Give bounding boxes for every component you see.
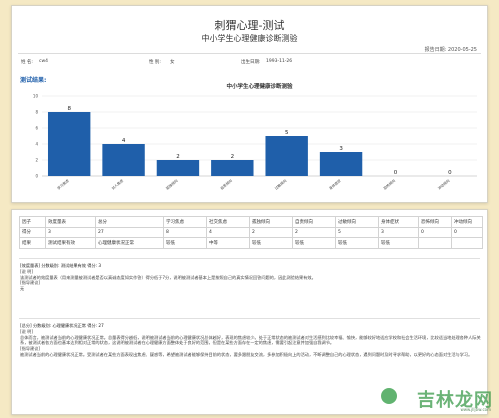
data-label: 2	[231, 154, 235, 160]
validity-block: [效度量表] 分数级别: 测试结果有效 得分: 3 [说 明] 该测试者的效度量…	[20, 263, 481, 292]
table-cell: 2	[292, 226, 336, 238]
x-tick-label: 孤独倾向	[165, 178, 179, 191]
total-desc: 总体而言，被测试者当前的心理健康状况正常。总量表得分越低，说明被测试者当前的心理…	[20, 334, 481, 346]
y-tick-label: 0	[35, 174, 38, 179]
x-tick-label: 身体症状	[328, 178, 342, 191]
table-cell: 较低	[335, 237, 379, 249]
table-cell: 较低	[163, 237, 207, 249]
bar	[319, 152, 363, 176]
bar	[156, 160, 200, 176]
x-tick-label: 学习焦虑	[56, 178, 70, 191]
bar	[265, 136, 308, 176]
table-row: 结果 测试结果有效 心理健康状况正常 较低 中等 较低 较低 较低 较低	[19, 237, 483, 249]
total-score-block: [总分] 分数级别: 心理健康状况正常 得分: 27 [说 明] 总体而言，被测…	[20, 323, 481, 358]
table-cell	[418, 237, 452, 249]
score-table: 因子 效度量表 总分 学习焦虑 社交焦虑 孤独倾向 自责倾向 过敏倾向 身体症状 恐怖倾向 冲动倾向…	[19, 216, 483, 249]
data-label: 2	[176, 154, 180, 160]
table-cell: 5	[335, 226, 379, 238]
bar	[211, 160, 254, 176]
table-cell: 孤独倾向	[249, 216, 293, 228]
table-cell: 学习焦虑	[163, 216, 207, 228]
watermark-logo-icon	[381, 388, 397, 404]
watermark-url: www.jlljtiw.com	[460, 407, 491, 412]
table-cell: 3	[378, 226, 419, 238]
report-detail-card: 因子 效度量表 总分 学习焦虑 社交焦虑 孤独倾向 自责倾向 过敏倾向 身体症状 恐怖倾向 冲动倾向…	[11, 209, 488, 415]
table-cell: 较低	[378, 237, 419, 249]
table-cell: 社交焦虑	[206, 216, 250, 228]
x-tick-label: 过敏倾向	[273, 178, 287, 191]
y-tick-label: 6	[35, 126, 38, 131]
y-tick-label: 4	[35, 142, 38, 147]
table-cell: 自责倾向	[292, 216, 336, 228]
table-cell: 27	[95, 226, 164, 238]
table-cell: 4	[206, 226, 250, 238]
y-tick-label: 10	[33, 94, 39, 99]
x-tick-label: 恐怖倾向	[382, 178, 396, 191]
table-cell: 2	[249, 226, 293, 238]
bar	[102, 144, 145, 176]
table-cell: 心理健康状况正常	[95, 237, 164, 249]
table-cell: 测试结果有效	[45, 237, 96, 249]
y-tick-label: 8	[35, 110, 38, 115]
table-cell: 得分	[19, 226, 46, 238]
data-label: 3	[339, 146, 343, 152]
x-tick-label: 对人焦虑	[110, 178, 124, 191]
y-tick-label: 2	[35, 158, 38, 163]
data-label: 4	[122, 138, 126, 144]
section-divider	[19, 318, 480, 319]
x-tick-label: 冲动倾向	[437, 178, 451, 191]
table-cell: 中等	[206, 237, 250, 249]
table-row: 因子 效度量表 总分 学习焦虑 社交焦虑 孤独倾向 自责倾向 过敏倾向 身体症状 恐怖倾向 冲动倾向	[19, 216, 483, 228]
chart-title: 中小学生心理健康诊断测验	[226, 82, 293, 90]
table-row: 得分 3 27 8 4 2 2 5 3 0 0	[19, 226, 483, 238]
table-cell: 较低	[292, 237, 336, 249]
report-header-card: 刺猬心理-测试 中小学生心理健康诊断测验 报告日期: 2020-05-25 姓 …	[11, 5, 488, 203]
table-cell: 因子	[19, 216, 46, 228]
table-cell: 冲动倾向	[451, 216, 483, 228]
data-label: 0	[394, 170, 398, 176]
score-bar-chart: 中小学生心理健康诊断测验 0 2 4 6 8 10 8 学习焦虑 4 对人焦虑 2 孤独倾向 2 自责倾向 5…	[33, 82, 477, 191]
table-cell: 0	[451, 226, 483, 238]
data-label: 8	[67, 106, 71, 112]
table-cell: 过敏倾向	[335, 216, 379, 228]
section-divider	[19, 258, 480, 259]
table-cell: 0	[418, 226, 452, 238]
x-tick-label: 自责倾向	[219, 178, 233, 191]
table-cell: 3	[45, 226, 96, 238]
table-cell: 8	[163, 226, 207, 238]
table-cell: 结果	[19, 237, 46, 249]
validity-advice: 无	[20, 286, 25, 292]
table-cell: 身体症状	[378, 216, 419, 228]
bar	[47, 112, 91, 176]
table-cell	[451, 237, 483, 249]
total-advice: 被测试者当前的心理健康状况正常。受测试者在某些方面表现出焦虑、疑惑等，希望被测试…	[20, 351, 473, 357]
table-cell: 较低	[249, 237, 293, 249]
data-label: 5	[285, 130, 289, 136]
table-cell: 恐怖倾向	[418, 216, 452, 228]
table-cell: 总分	[95, 216, 164, 228]
table-cell: 效度量表	[45, 216, 96, 228]
data-label: 0	[448, 170, 452, 176]
